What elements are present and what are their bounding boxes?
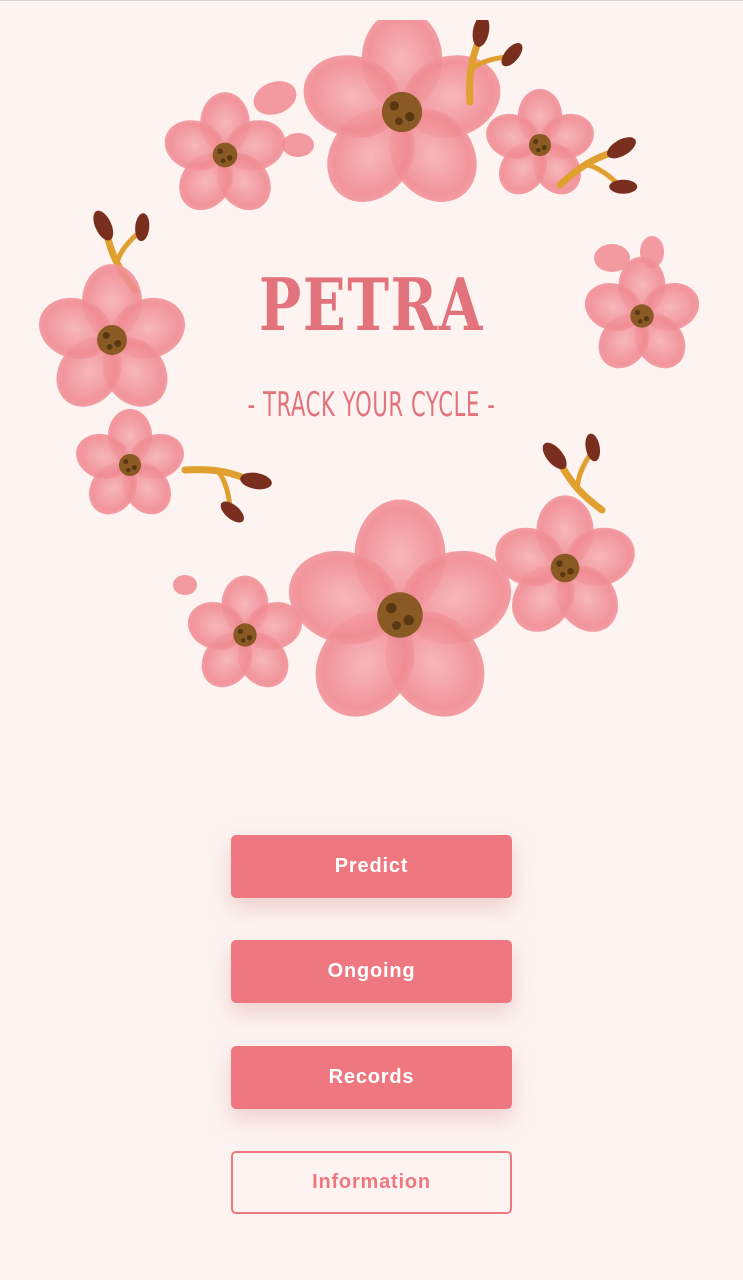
information-button[interactable]: Information bbox=[231, 1151, 512, 1214]
flower-wreath-illustration bbox=[30, 20, 710, 740]
app-title: PETRA bbox=[259, 262, 484, 347]
flower-wreath-icon bbox=[30, 20, 706, 737]
records-button[interactable]: Records bbox=[231, 1046, 512, 1109]
predict-button[interactable]: Predict bbox=[231, 835, 512, 898]
app-subtitle: - TRACK YOUR CYCLE - bbox=[247, 385, 496, 425]
ongoing-button[interactable]: Ongoing bbox=[231, 940, 512, 1003]
status-divider bbox=[0, 0, 743, 1]
